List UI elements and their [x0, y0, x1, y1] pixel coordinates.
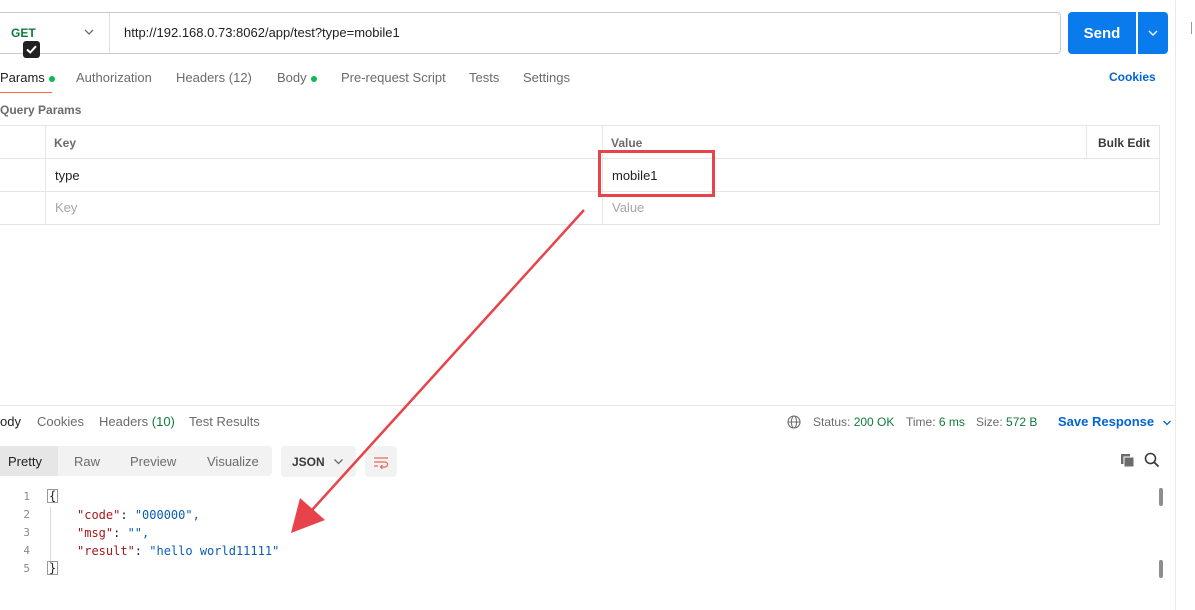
- code-line[interactable]: "msg": "",: [77, 526, 149, 540]
- close-brace: }: [47, 561, 59, 575]
- response-tab-cookies[interactable]: Cookies: [37, 414, 84, 429]
- response-tab-body[interactable]: ody: [0, 414, 21, 429]
- globe-icon[interactable]: [787, 415, 801, 429]
- response-view-toggle: Pretty Raw Preview Visualize: [0, 446, 272, 476]
- json-value: "hello world11111": [149, 544, 280, 558]
- chevron-down-icon: [1148, 30, 1158, 36]
- status-label: Status:: [813, 415, 851, 429]
- time-value: 6 ms: [938, 415, 965, 429]
- code-line[interactable]: {: [47, 489, 59, 503]
- send-options-button[interactable]: [1138, 12, 1168, 54]
- chevron-down-icon: [1162, 420, 1171, 425]
- tab-headers[interactable]: Headers (12): [176, 70, 252, 85]
- column-divider: [45, 126, 46, 224]
- query-params-title: Query Params: [0, 103, 82, 117]
- key-column-header: Key: [54, 136, 77, 150]
- tab-pre-request-script[interactable]: Pre-request Script: [341, 70, 446, 85]
- bulk-edit-button[interactable]: Bulk Edit: [1098, 136, 1150, 150]
- code-line[interactable]: "code": "000000",: [77, 508, 200, 522]
- table-row-empty: Key Value: [0, 192, 1159, 225]
- json-key: "code": [77, 508, 121, 522]
- response-tab-headers-count: (10): [151, 414, 175, 429]
- query-params-table: Key Value Bulk Edit type mobile1 Key Val…: [0, 125, 1160, 225]
- method-label: GET: [11, 26, 36, 40]
- format-select[interactable]: JSON: [281, 446, 356, 477]
- status-value: 200 OK: [853, 415, 895, 429]
- active-tab-indicator: [0, 92, 52, 93]
- size-value: 572 B: [1006, 415, 1038, 429]
- response-divider: [0, 405, 1175, 406]
- size-label: Size:: [976, 415, 1003, 429]
- tab-params-label: Params: [0, 70, 45, 85]
- tab-headers-label: Headers: [176, 70, 226, 85]
- json-key: "result": [77, 544, 135, 558]
- send-button[interactable]: Send: [1068, 12, 1136, 54]
- code-line[interactable]: }: [47, 561, 59, 575]
- tab-settings[interactable]: Settings: [523, 70, 570, 85]
- wrap-lines-icon: [374, 456, 389, 469]
- pane-border: [1175, 0, 1176, 610]
- url-input[interactable]: http://192.168.0.73:8062/app/test?type=m…: [124, 25, 400, 40]
- tab-authorization[interactable]: Authorization: [76, 70, 152, 85]
- value-placeholder[interactable]: Value: [612, 200, 644, 215]
- param-key[interactable]: type: [55, 168, 80, 183]
- copy-icon[interactable]: [1120, 453, 1135, 468]
- table-header-row: Key Value Bulk Edit: [0, 126, 1159, 159]
- tab-body[interactable]: Body: [277, 70, 317, 85]
- method-select[interactable]: GET: [0, 13, 110, 53]
- line-number: 1: [23, 490, 30, 503]
- annotation-highlight-box: [598, 150, 715, 197]
- cookies-link[interactable]: Cookies: [1109, 70, 1156, 84]
- line-number: 3: [23, 526, 30, 539]
- tab-body-label: Body: [277, 70, 307, 85]
- chevron-down-icon: [334, 459, 343, 465]
- tab-tests[interactable]: Tests: [469, 70, 499, 85]
- time-label: Time:: [906, 415, 936, 429]
- column-divider: [1086, 126, 1087, 159]
- tab-params[interactable]: Params: [0, 70, 55, 85]
- response-tab-test-results[interactable]: Test Results: [189, 414, 260, 429]
- value-column-header: Value: [611, 136, 643, 150]
- view-pretty[interactable]: Pretty: [0, 446, 58, 476]
- json-key: "msg": [77, 526, 114, 540]
- response-tab-headers-label: Headers: [99, 414, 149, 429]
- json-value: "",: [127, 526, 150, 540]
- line-number: 4: [23, 544, 30, 557]
- view-raw[interactable]: Raw: [74, 446, 100, 476]
- status-dot-icon: [310, 75, 317, 82]
- scrollbar-thumb[interactable]: [1159, 488, 1163, 506]
- line-number: 2: [23, 508, 30, 521]
- scrollbar-thumb[interactable]: [1159, 560, 1163, 578]
- status-indicator[interactable]: Status: 200 OK: [813, 415, 894, 429]
- code-line[interactable]: "result": "hello world11111": [77, 544, 279, 558]
- key-placeholder[interactable]: Key: [55, 200, 77, 215]
- format-label: JSON: [292, 454, 325, 469]
- param-checkbox[interactable]: [23, 41, 40, 58]
- json-value: "000000",: [134, 508, 200, 522]
- tab-headers-count: (12): [228, 70, 252, 85]
- indent-guide: [50, 507, 51, 563]
- response-tab-headers[interactable]: Headers (10): [99, 414, 175, 429]
- view-visualize[interactable]: Visualize: [207, 446, 259, 476]
- table-row: type mobile1: [0, 159, 1159, 192]
- line-number: 5: [23, 562, 30, 575]
- open-brace: {: [47, 489, 59, 503]
- view-preview[interactable]: Preview: [130, 446, 176, 476]
- search-icon[interactable]: [1144, 452, 1160, 468]
- check-icon: [26, 45, 37, 54]
- save-response-button[interactable]: Save Response: [1058, 414, 1172, 429]
- status-dot-icon: [48, 75, 55, 82]
- size-indicator[interactable]: Size: 572 B: [976, 415, 1037, 429]
- request-bar: GET http://192.168.0.73:8062/app/test?ty…: [0, 12, 1061, 54]
- window-edge: [1191, 22, 1195, 34]
- save-response-label: Save Response: [1058, 414, 1155, 429]
- time-indicator[interactable]: Time: 6 ms: [906, 415, 965, 429]
- chevron-down-icon: [84, 29, 94, 35]
- wrap-lines-button[interactable]: [365, 446, 397, 477]
